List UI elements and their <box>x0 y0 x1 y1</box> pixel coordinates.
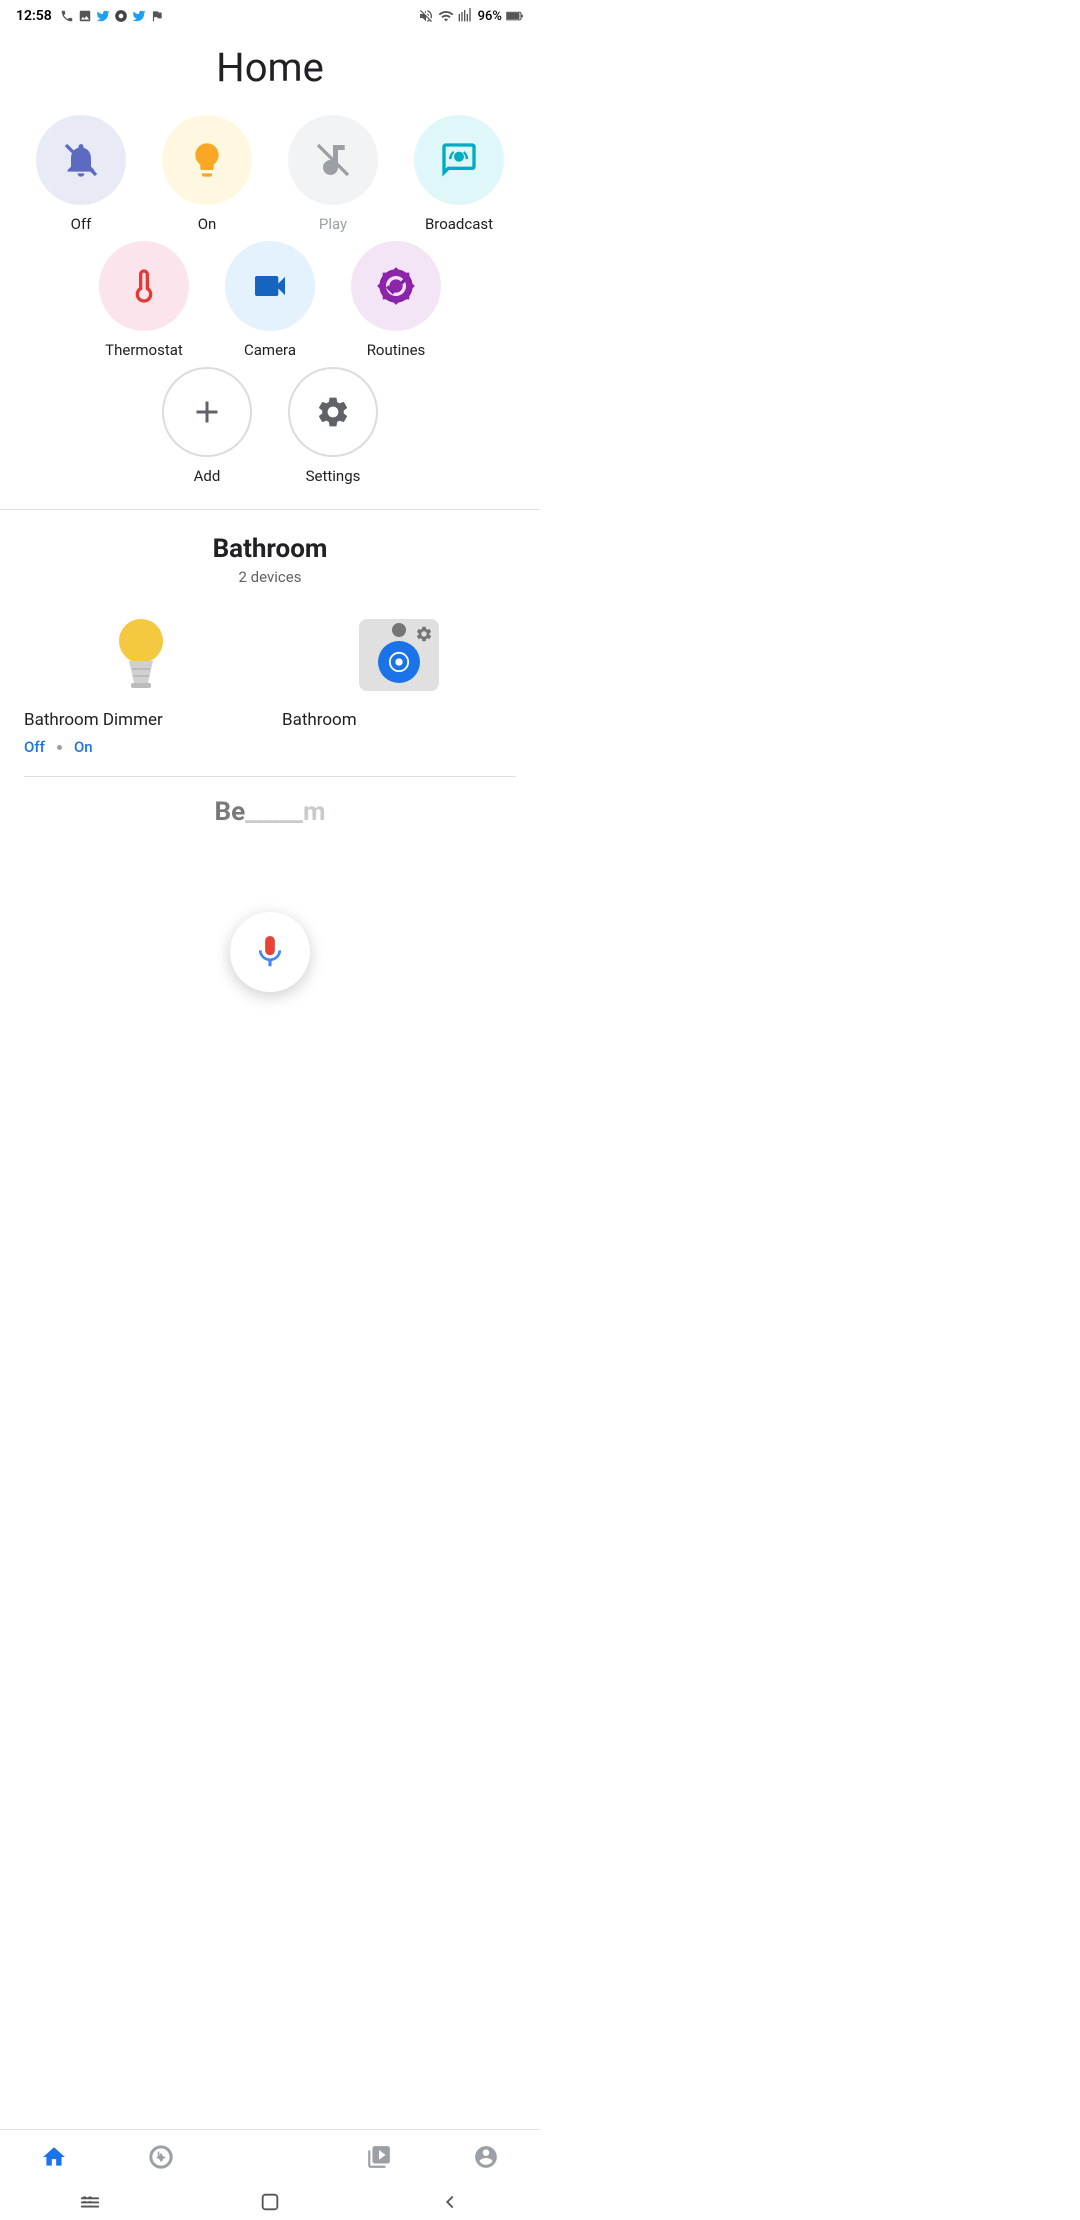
camera-icon <box>250 266 290 306</box>
shortcut-play[interactable]: Play <box>278 115 388 233</box>
shortcuts-section: Off On Play <box>0 115 540 485</box>
dimmer-on-btn[interactable]: On <box>74 738 93 756</box>
shortcut-on-label: On <box>198 215 217 233</box>
page-title: Home <box>0 44 540 91</box>
missed-call-icon <box>60 9 74 23</box>
signal-icon <box>458 8 474 24</box>
shortcut-broadcast-label: Broadcast <box>425 215 493 233</box>
shortcut-add-label: Add <box>194 467 221 485</box>
shortcut-camera[interactable]: Camera <box>215 241 325 359</box>
shortcut-camera-circle <box>225 241 315 331</box>
shortcuts-row-3: Add Settings <box>24 367 516 485</box>
shortcut-routines-label: Routines <box>367 341 426 359</box>
shortcut-routines-circle <box>351 241 441 331</box>
no-bell-icon <box>61 140 101 180</box>
smart-display-widget <box>359 619 439 691</box>
display-name: Bathroom <box>282 710 357 730</box>
thermostat-icon <box>124 266 164 306</box>
microphone-icon <box>251 933 289 971</box>
control-separator <box>57 745 62 750</box>
status-time: 12:58 <box>16 8 52 24</box>
image-icon <box>78 9 92 23</box>
shortcut-on[interactable]: On <box>152 115 262 233</box>
android-back-icon <box>439 2191 461 2213</box>
dimmer-bulb-icon <box>101 611 181 699</box>
shortcut-broadcast[interactable]: Broadcast <box>404 115 514 233</box>
twitter-icon <box>96 9 110 23</box>
android-home-button[interactable] <box>259 2191 281 2213</box>
dimmer-icon-area <box>24 610 258 700</box>
dimmer-name: Bathroom Dimmer <box>24 710 163 730</box>
next-room-partial: Be_____m <box>24 797 516 833</box>
dimmer-controls: Off On <box>24 738 93 756</box>
room-divider <box>24 776 516 777</box>
shortcut-routines[interactable]: Routines <box>341 241 451 359</box>
display-icon-area <box>282 610 516 700</box>
twitter2-icon <box>132 9 146 23</box>
header: Home <box>0 28 540 115</box>
nav-media[interactable] <box>350 2140 408 2174</box>
shortcut-add[interactable]: Add <box>152 367 262 485</box>
shortcut-on-circle <box>162 115 252 205</box>
next-room-label: Be_____m <box>215 797 326 827</box>
shortcut-settings-circle <box>288 367 378 457</box>
home-nav-icon <box>41 2144 67 2170</box>
shortcut-off-circle <box>36 115 126 205</box>
shortcuts-row-2: Thermostat Camera Rou <box>24 241 516 359</box>
shortcut-camera-label: Camera <box>244 341 296 359</box>
dimmer-off-btn[interactable]: Off <box>24 738 45 756</box>
nav-mic-space <box>240 2153 300 2161</box>
shortcut-settings[interactable]: Settings <box>278 367 388 485</box>
lightbulb-icon <box>187 140 227 180</box>
brightness-icon <box>376 266 416 306</box>
room-device-count: 2 devices <box>24 568 516 586</box>
battery-icon <box>506 10 524 22</box>
shortcut-off[interactable]: Off <box>26 115 136 233</box>
shortcut-play-circle <box>288 115 378 205</box>
play-ring-icon <box>388 651 410 673</box>
shortcut-thermostat-circle <box>99 241 189 331</box>
mic-button-container <box>230 912 310 992</box>
nav-home[interactable] <box>25 2140 83 2174</box>
status-right: 96% <box>418 8 524 24</box>
shortcut-play-label: Play <box>319 215 347 233</box>
status-left: 12:58 <box>16 8 164 24</box>
discover-nav-icon <box>148 2144 174 2170</box>
android-menu-icon <box>79 2191 101 2213</box>
gear-icon <box>315 394 351 430</box>
account-nav-icon <box>473 2144 499 2170</box>
plus-icon <box>189 394 225 430</box>
status-bar: 12:58 96% <box>0 0 540 28</box>
main-divider <box>0 509 540 510</box>
nav-account[interactable] <box>457 2140 515 2174</box>
flag-icon <box>150 9 164 23</box>
device-bathroom-display[interactable]: Bathroom <box>282 610 516 756</box>
shortcut-add-circle <box>162 367 252 457</box>
wifi-icon <box>438 8 454 24</box>
nav-discover[interactable] <box>132 2140 190 2174</box>
shortcut-settings-label: Settings <box>306 467 361 485</box>
mic-button[interactable] <box>230 912 310 992</box>
broadcast-icon <box>439 140 479 180</box>
shortcut-thermostat[interactable]: Thermostat <box>89 241 199 359</box>
no-music-icon <box>313 140 353 180</box>
devices-row: Bathroom Dimmer Off On <box>24 610 516 756</box>
android-back-button[interactable] <box>439 2191 461 2213</box>
bathroom-section: Bathroom 2 devices Bathroom Dimmer <box>0 534 540 833</box>
shortcut-off-label: Off <box>71 215 92 233</box>
shortcut-broadcast-circle <box>414 115 504 205</box>
media-nav-icon <box>366 2144 392 2170</box>
android-nav-bar <box>0 2184 540 2220</box>
mute-icon <box>418 8 434 24</box>
android-home-icon <box>259 2191 281 2213</box>
music-icon <box>114 9 128 23</box>
room-title: Bathroom <box>24 534 516 564</box>
battery-percent: 96% <box>478 9 502 24</box>
device-bathroom-dimmer[interactable]: Bathroom Dimmer Off On <box>24 610 258 756</box>
shortcuts-row-1: Off On Play <box>24 115 516 233</box>
android-menu-button[interactable] <box>79 2191 101 2213</box>
shortcut-thermostat-label: Thermostat <box>105 341 183 359</box>
bottom-nav <box>0 2129 540 2184</box>
